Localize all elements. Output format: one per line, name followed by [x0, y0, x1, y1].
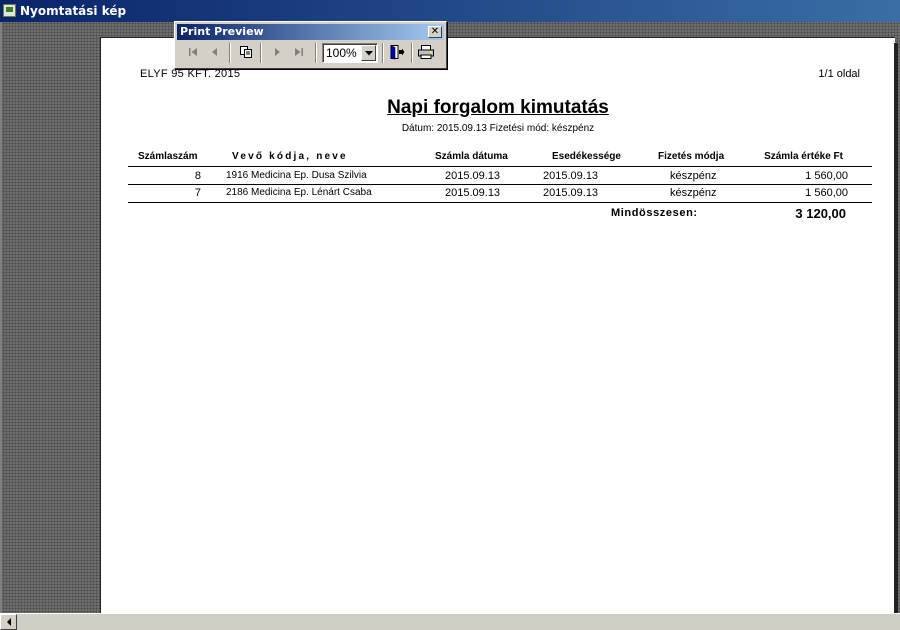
print-button[interactable] [416, 42, 436, 62]
toolbar-separator [315, 43, 317, 63]
last-page-icon [295, 48, 303, 56]
print-preview-toolbar[interactable]: Print Preview ✕ 100% [174, 21, 447, 69]
first-page-icon [189, 48, 197, 56]
cell-szamlaszam: 7 [194, 187, 201, 199]
horizontal-scrollbar[interactable] [0, 613, 900, 630]
last-page-button[interactable] [289, 42, 309, 62]
close-icon: ✕ [430, 26, 440, 37]
printer-icon [418, 45, 434, 59]
window-titlebar[interactable]: Nyomtatási kép [0, 0, 900, 22]
row-rule [128, 184, 872, 185]
toolbar-title: Print Preview [180, 25, 264, 38]
report-subtitle: Dátum: 2015.09.13 Fizetési mód: készpénz [401, 123, 595, 134]
cell-ertek: 1 560,00 [805, 170, 848, 182]
col-header-szamlaszam: Számlaszám [138, 151, 198, 162]
total-label: Mindösszesen: [611, 207, 698, 219]
zoom-select[interactable]: 100% [322, 43, 378, 63]
exit-icon [390, 45, 405, 60]
scroll-track[interactable] [17, 614, 900, 630]
cell-ertek: 1 560,00 [805, 187, 848, 199]
toolbar-separator [411, 43, 413, 63]
window-title: Nyomtatási kép [20, 4, 127, 18]
col-header-datum: Számla dátuma [435, 151, 508, 162]
cell-datum: 2015.09.13 [445, 170, 501, 182]
header-rule [128, 166, 872, 167]
row-rule [128, 202, 872, 203]
report-page: ELYF 95 KFT. 2015 1/1 oldal Napi forgalo… [100, 37, 895, 614]
zoom-value: 100% [326, 46, 357, 60]
col-header-vevo: Vevő kódja, neve [232, 151, 348, 162]
zoom-dropdown-button[interactable] [361, 45, 376, 61]
app-icon [3, 4, 16, 17]
toolbar-separator [382, 43, 384, 63]
prev-page-button[interactable] [205, 42, 225, 62]
scroll-left-icon [6, 618, 11, 626]
cell-vevo: 1916 Medicina Ep. Dusa Szilvia [226, 170, 367, 181]
cell-fizetes: készpénz [670, 187, 717, 199]
first-page-button[interactable] [183, 42, 203, 62]
page-number: 1/1 oldal [818, 68, 860, 80]
report-title: Napi forgalom kimutatás [387, 97, 609, 118]
col-header-fizetes: Fizetés módja [658, 151, 725, 162]
close-button[interactable]: ✕ [428, 26, 442, 38]
prev-page-icon [212, 48, 217, 56]
toolbar-titlebar[interactable]: Print Preview ✕ [177, 24, 444, 40]
scroll-left-button[interactable] [0, 614, 17, 630]
cell-szamlaszam: 8 [194, 170, 201, 182]
cell-datum: 2015.09.13 [445, 187, 501, 199]
next-page-icon [275, 48, 280, 56]
next-page-button[interactable] [267, 42, 287, 62]
company-name: ELYF 95 KFT. 2015 [140, 68, 241, 80]
cell-vevo: 2186 Medicina Ep. Lénárt Csaba [226, 187, 372, 198]
cell-fizetes: készpénz [670, 170, 717, 182]
cell-esedekesseg: 2015.09.13 [543, 187, 599, 199]
preview-workspace[interactable]: ELYF 95 KFT. 2015 1/1 oldal Napi forgalo… [0, 22, 900, 614]
exit-button[interactable] [387, 42, 407, 62]
cell-esedekesseg: 2015.09.13 [543, 170, 599, 182]
toolbar-separator [260, 43, 262, 63]
col-header-esedekesseg: Esedékessége [552, 151, 621, 162]
chevron-down-icon [364, 50, 373, 55]
multi-page-button[interactable] [236, 42, 256, 62]
page-shadow [894, 43, 898, 613]
toolbar-separator [229, 43, 231, 63]
total-value: 3 120,00 [795, 206, 846, 221]
col-header-ertek: Számla értéke Ft [764, 151, 843, 162]
multi-page-icon [240, 46, 252, 58]
